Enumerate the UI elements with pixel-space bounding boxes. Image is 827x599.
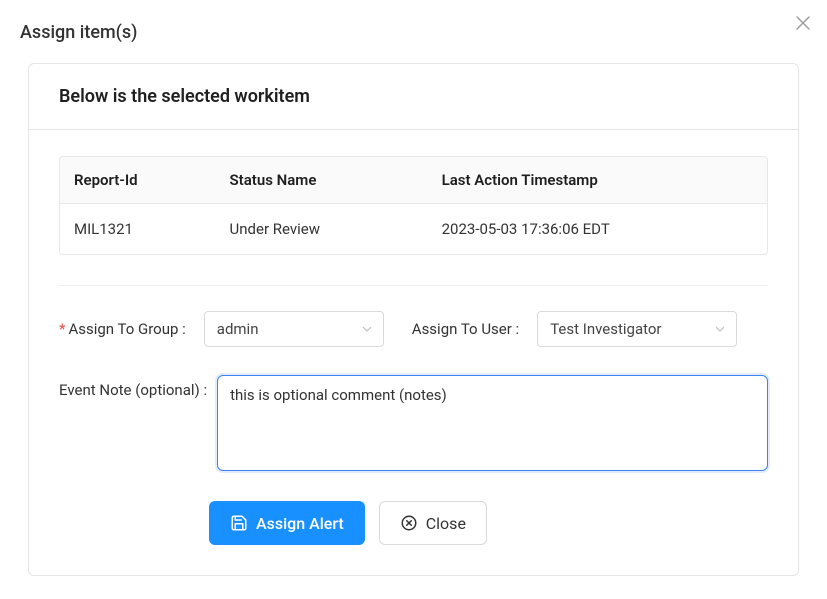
action-row: Assign Alert Close xyxy=(209,501,768,545)
event-note-label: Event Note (optional) : xyxy=(59,375,207,399)
required-asterisk: * xyxy=(59,320,65,338)
cell-last-action: 2023-05-03 17:36:06 EDT xyxy=(428,204,767,254)
close-button[interactable]: Close xyxy=(379,501,487,545)
event-note-row: Event Note (optional) : xyxy=(59,375,768,471)
chevron-down-icon xyxy=(361,323,373,335)
workitem-panel: Below is the selected workitem Report-Id… xyxy=(28,63,799,576)
col-status-name: Status Name xyxy=(216,157,428,204)
col-report-id: Report-Id xyxy=(60,157,216,204)
event-note-input[interactable] xyxy=(217,375,768,471)
close-button-label: Close xyxy=(426,514,466,533)
assign-alert-button[interactable]: Assign Alert xyxy=(209,501,365,545)
dialog-title: Assign item(s) xyxy=(20,22,811,43)
close-icon[interactable] xyxy=(795,14,811,34)
table-header-row: Report-Id Status Name Last Action Timest… xyxy=(60,157,767,204)
panel-body: Report-Id Status Name Last Action Timest… xyxy=(29,130,798,575)
save-icon xyxy=(230,514,248,532)
assign-group-label-text: Assign To Group : xyxy=(68,320,185,338)
table-row: MIL1321 Under Review 2023-05-03 17:36:06… xyxy=(60,204,767,254)
assign-row: *Assign To Group : admin Assign To User … xyxy=(59,285,768,347)
close-circle-icon xyxy=(400,514,418,532)
cell-report-id: MIL1321 xyxy=(60,204,216,254)
cell-status-name: Under Review xyxy=(216,204,428,254)
panel-header: Below is the selected workitem xyxy=(29,64,798,130)
assign-group-select[interactable]: admin xyxy=(204,311,384,347)
assign-user-value: Test Investigator xyxy=(550,320,661,338)
assign-user-select[interactable]: Test Investigator xyxy=(537,311,737,347)
assign-group-value: admin xyxy=(217,320,259,338)
assign-user-label: Assign To User : xyxy=(412,320,519,338)
col-last-action: Last Action Timestamp xyxy=(428,157,767,204)
assign-group-label: *Assign To Group : xyxy=(59,320,186,338)
assign-dialog: Assign item(s) Below is the selected wor… xyxy=(0,0,827,596)
chevron-down-icon xyxy=(714,323,726,335)
assign-alert-label: Assign Alert xyxy=(256,514,344,533)
workitem-table: Report-Id Status Name Last Action Timest… xyxy=(59,156,768,255)
